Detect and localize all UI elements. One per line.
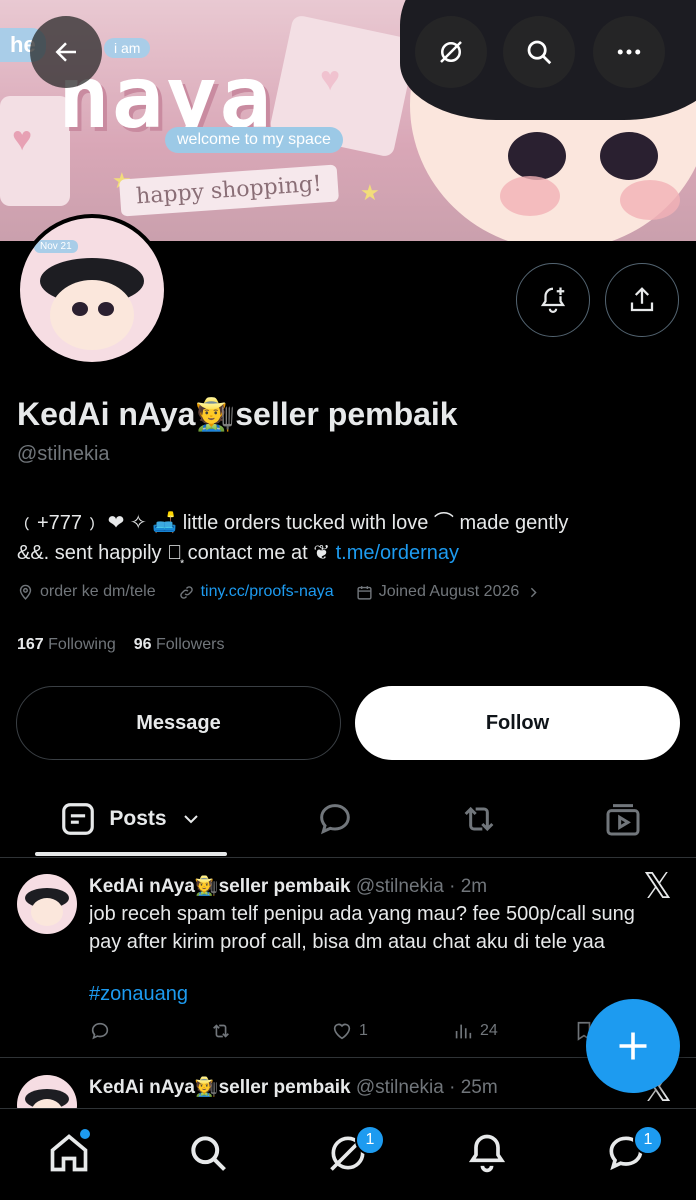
website-item[interactable]: tiny.cc/proofs-naya: [178, 583, 334, 601]
avatar-eye: [98, 302, 114, 316]
grok-badge: 1: [355, 1125, 385, 1155]
tab-posts-label: Posts: [109, 807, 167, 830]
profile-handle: @stilnekia: [17, 443, 110, 465]
more-icon: [617, 49, 641, 55]
location-text: order ke dm/tele: [40, 583, 156, 600]
avatar-face: [50, 280, 134, 350]
back-button[interactable]: [30, 16, 102, 88]
tab-reposts[interactable]: [444, 780, 514, 858]
share-icon: [630, 287, 654, 312]
tab-posts[interactable]: Posts: [35, 780, 227, 858]
search-icon: [527, 40, 552, 65]
joined-item[interactable]: Joined August 2026: [356, 583, 543, 601]
repost-button[interactable]: [210, 1020, 331, 1042]
plus-icon: [619, 1032, 647, 1060]
chevron-down-icon: [183, 815, 198, 824]
reply-button[interactable]: [89, 1020, 210, 1042]
views-count: 24: [480, 1022, 498, 1039]
location-item: order ke dm/tele: [17, 583, 156, 601]
heart-icon: [333, 1023, 351, 1040]
like-button[interactable]: 1: [331, 1020, 452, 1042]
chevron-right-icon: [531, 587, 537, 597]
banner-welcome: welcome to my space: [165, 127, 343, 153]
bio-line-2-text: &&. sent happily ‧͙ contact me at ❦: [17, 542, 331, 564]
share-button[interactable]: [605, 263, 679, 337]
tweet-text: job receh spam telf penipu ada yang mau?…: [89, 900, 689, 1008]
views-icon: [455, 1024, 472, 1039]
nav-search[interactable]: [186, 1131, 230, 1175]
tweet-header: KedAi nAya🧑‍🌾seller pembaik @stilnekia ·…: [89, 874, 487, 898]
back-arrow-icon: [55, 42, 76, 62]
tweet-author-name[interactable]: KedAi nAya🧑‍🌾seller pembaik: [89, 1077, 351, 1098]
follow-counts: 167 Following 96 Followers: [17, 636, 224, 654]
search-icon: [191, 1136, 226, 1171]
repost-icon: [213, 1024, 229, 1038]
bell-icon: [468, 1134, 506, 1173]
bio-line-1: ﹙+777﹚ ❤ ✧ 🛋️ little orders tucked with …: [17, 512, 569, 534]
banner-character-cheek: [500, 176, 560, 216]
profile-name: KedAi nAya🧑‍🌾seller pembaik: [17, 396, 458, 432]
views-button[interactable]: 24: [452, 1020, 573, 1042]
media-icon: [606, 804, 640, 836]
follow-button[interactable]: Follow: [355, 686, 680, 760]
profile-banner[interactable]: ♥ ♥ ★ ★ ★ he i am naya welcome to my spa…: [0, 0, 696, 241]
calendar-icon: [357, 585, 372, 600]
tweet-avatar[interactable]: [17, 874, 77, 934]
bell-plus-icon: [540, 287, 566, 313]
bio-link[interactable]: t.me/ordernay: [336, 542, 459, 564]
tab-replies[interactable]: [300, 780, 370, 858]
avatar-badge: Nov 21: [34, 240, 78, 253]
bottom-navigation: 1 1: [0, 1108, 696, 1200]
posts-icon: [62, 803, 95, 835]
more-button[interactable]: [593, 16, 665, 88]
reply-bubble-icon: [320, 804, 350, 835]
home-notification-dot: [80, 1129, 90, 1139]
joined-text: Joined August 2026: [378, 583, 520, 600]
profile-avatar[interactable]: Nov 21: [16, 214, 168, 366]
tweet-time: · 25m: [449, 1077, 498, 1098]
active-tab-indicator: [35, 852, 227, 856]
following-count[interactable]: 167 Following: [17, 636, 116, 654]
tweet-actions: 1 24: [89, 1020, 613, 1042]
heart-decoration: ♥: [320, 60, 341, 98]
followers-count[interactable]: 96 Followers: [134, 636, 225, 654]
banner-ribbon: happy shopping!: [118, 164, 339, 217]
tweet-header: KedAi nAya🧑‍🌾seller pembaik @stilnekia ·…: [89, 1075, 498, 1099]
repost-icon: [464, 806, 494, 832]
heart-decoration: ♥: [12, 120, 33, 158]
website-link[interactable]: tiny.cc/proofs-naya: [201, 583, 334, 601]
nav-notifications[interactable]: [465, 1131, 509, 1175]
grok-icon: [440, 41, 462, 63]
bio-line-2: &&. sent happily ‧͙ contact me at ❦ t.me…: [17, 538, 677, 568]
like-count: 1: [359, 1022, 368, 1039]
profile-meta: order ke dm/tele tiny.cc/proofs-naya Joi…: [17, 583, 542, 601]
tweet-author-name[interactable]: KedAi nAya🧑‍🌾seller pembaik: [89, 876, 351, 897]
message-button[interactable]: Message: [16, 686, 341, 760]
tweet-avatar[interactable]: [17, 1075, 77, 1108]
link-icon: [179, 585, 193, 599]
profile-bio: ﹙+777﹚ ❤ ✧ 🛋️ little orders tucked with …: [17, 508, 677, 568]
search-button[interactable]: [503, 16, 575, 88]
avatar-eye: [72, 302, 88, 316]
tweet-author-handle: @stilnekia: [355, 876, 444, 897]
banner-character-eye: [508, 132, 566, 180]
banner-character-eye: [600, 132, 658, 180]
tweet-author-handle: @stilnekia: [355, 1077, 444, 1098]
reply-icon: [91, 1022, 109, 1040]
grok-button[interactable]: [415, 16, 487, 88]
tweet-hashtag[interactable]: #zonauang: [89, 980, 689, 1008]
notification-subscribe-button[interactable]: [516, 263, 590, 337]
star-decoration: ★: [360, 180, 380, 205]
avatar-image: Nov 21: [20, 218, 164, 362]
banner-character-cheek: [620, 180, 680, 220]
messages-badge: 1: [633, 1125, 663, 1155]
location-pin-icon: [19, 584, 32, 600]
profile-tabs: Posts: [0, 780, 696, 858]
tab-media[interactable]: [588, 780, 658, 858]
tweet-time: · 2m: [449, 876, 488, 897]
compose-button[interactable]: [586, 999, 680, 1093]
